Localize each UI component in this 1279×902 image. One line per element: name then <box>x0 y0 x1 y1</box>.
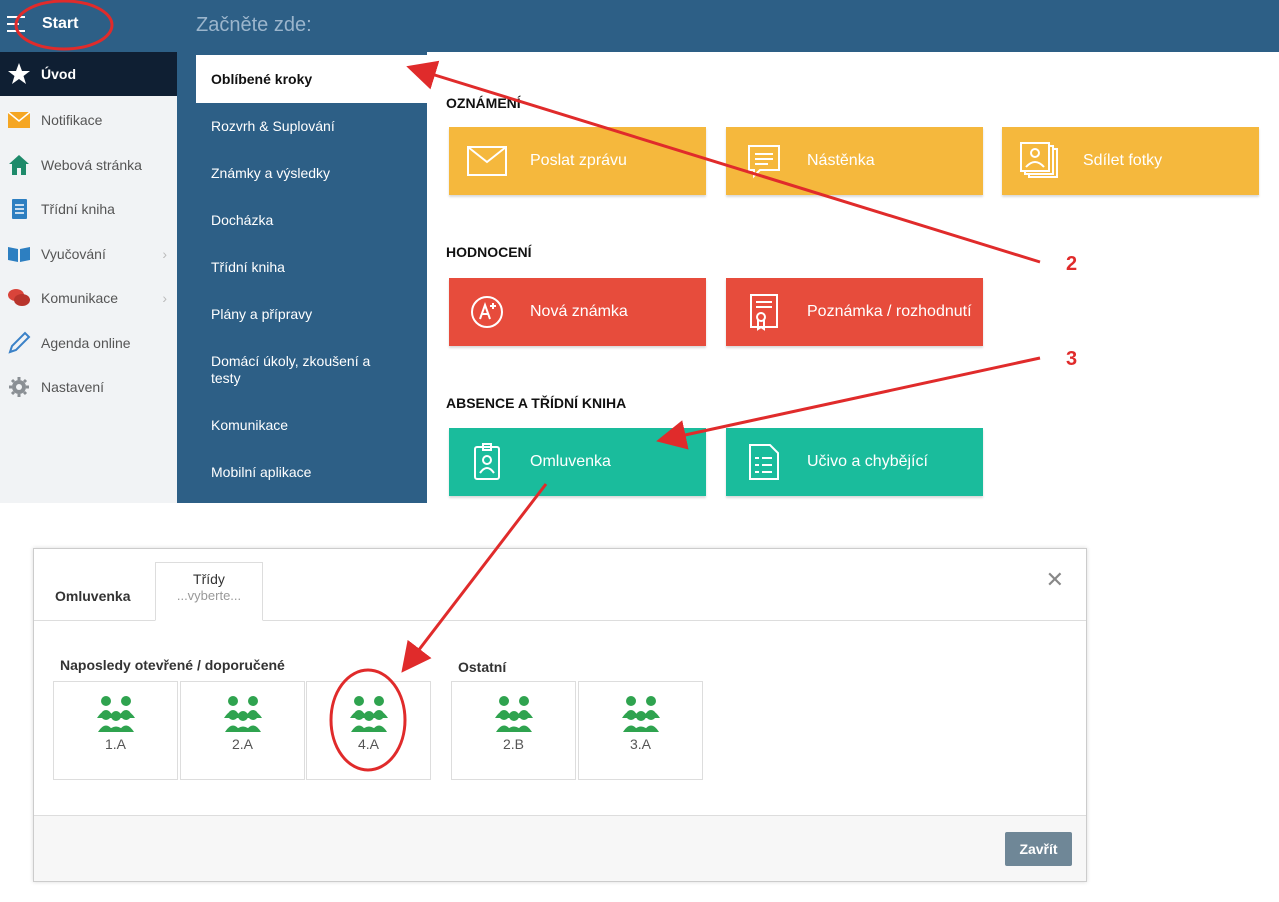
section-title-oznameni: OZNÁMENÍ <box>446 95 521 111</box>
start-label[interactable]: Start <box>42 15 78 33</box>
tile-nova-znamka[interactable]: Nová známka <box>449 278 706 346</box>
tile-label: Nástěnka <box>807 152 875 169</box>
recent-group-label: Naposledy otevřené / doporučené <box>60 657 285 673</box>
tile-nastenka[interactable]: Nástěnka <box>726 127 983 195</box>
submenu-item-rozvrh[interactable]: Rozvrh & Suplování <box>177 118 427 135</box>
sidebar: Úvod Notifikace Webová stránka Třídní kn… <box>0 52 177 503</box>
star-icon <box>7 62 31 86</box>
submenu-item-komunikace[interactable]: Komunikace <box>177 417 427 434</box>
open-book-icon <box>7 242 31 266</box>
tile-label: Učivo a chybějící <box>807 453 928 470</box>
class-tile-1a[interactable]: 1.A <box>53 681 178 780</box>
submenu-item-dochazka[interactable]: Docházka <box>177 212 427 229</box>
sidebar-item-label: Třídní kniha <box>41 201 115 217</box>
sidebar-item-label: Vyučování <box>41 246 106 262</box>
submenu: Oblíbené kroky Rozvrh & Suplování Známky… <box>177 52 427 503</box>
start-area[interactable]: Start <box>0 0 177 52</box>
people-icon <box>181 694 304 732</box>
submenu-item-plany[interactable]: Plány a přípravy <box>177 306 427 323</box>
sidebar-item-nastaveni[interactable]: Nastavení <box>0 365 177 409</box>
people-icon <box>54 694 177 732</box>
notebook-icon <box>7 197 31 221</box>
class-label: 1.A <box>104 736 126 752</box>
class-label: 2.B <box>502 736 524 752</box>
close-button[interactable]: Zavřít <box>1005 832 1072 866</box>
tab-omluvenka[interactable]: Omluvenka <box>55 588 130 604</box>
submenu-item-znamky[interactable]: Známky a výsledky <box>177 165 427 182</box>
tab-subtitle: ...vyberte... <box>176 588 242 603</box>
certificate-icon <box>734 293 794 331</box>
sidebar-item-tridni-kniha[interactable]: Třídní kniha <box>0 187 177 231</box>
noticeboard-icon <box>734 143 794 179</box>
dialog-footer: Zavřít <box>34 815 1086 881</box>
sidebar-item-vyucovani[interactable]: Vyučování › <box>0 232 177 276</box>
sidebar-item-label: Komunikace <box>41 290 119 306</box>
sidebar-item-label: Agenda online <box>41 335 131 351</box>
sidebar-item-label: Notifikace <box>41 112 103 128</box>
sidebar-item-label: Úvod <box>41 66 76 82</box>
badge-icon <box>457 443 517 481</box>
sidebar-item-label: Nastavení <box>41 379 105 395</box>
people-icon <box>452 694 575 732</box>
close-icon[interactable]: ✕ <box>1046 567 1064 593</box>
chevron-right-icon: › <box>162 246 167 262</box>
tile-label: Poslat zprávu <box>530 152 627 169</box>
class-select-dialog: Omluvenka Třídy ...vyberte... ✕ Naposled… <box>33 548 1087 882</box>
tile-poznamka-rozhodnuti[interactable]: Poznámka / rozhodnutí <box>726 278 983 346</box>
submenu-item-tridni-kniha[interactable]: Třídní kniha <box>177 259 427 276</box>
tile-poslat-zpravu[interactable]: Poslat zprávu <box>449 127 706 195</box>
envelope-icon <box>7 108 31 132</box>
page-title: Začněte zde: <box>196 14 312 36</box>
people-icon <box>579 694 702 732</box>
submenu-item-mobilni-aplikace[interactable]: Mobilní aplikace <box>177 464 427 481</box>
grade-icon <box>457 295 517 329</box>
hamburger-menu-icon[interactable] <box>7 16 25 32</box>
sidebar-item-agenda-online[interactable]: Agenda online <box>0 321 177 365</box>
class-tile-2a[interactable]: 2.A <box>180 681 305 780</box>
tile-sdilet-fotky[interactable]: Sdílet fotky <box>1002 127 1259 195</box>
class-label: 3.A <box>629 736 651 752</box>
submenu-item-domaci-ukoly[interactable]: Domácí úkoly, zkoušení a testy <box>177 353 427 387</box>
class-tile-2b[interactable]: 2.B <box>451 681 576 780</box>
envelope-icon <box>457 146 517 176</box>
tile-label: Poznámka / rozhodnutí <box>807 303 972 320</box>
tile-label: Sdílet fotky <box>1083 152 1163 169</box>
sidebar-item-komunikace[interactable]: Komunikace › <box>0 276 177 320</box>
section-title-hodnoceni: HODNOCENÍ <box>446 244 532 260</box>
section-title-absence: ABSENCE A TŘÍDNÍ KNIHA <box>446 395 627 411</box>
tab-title: Třídy <box>193 571 225 587</box>
step-number-3: 3 <box>1066 348 1078 370</box>
gear-icon <box>7 375 31 399</box>
house-icon <box>7 153 31 177</box>
tab-tridy[interactable]: Třídy ...vyberte... <box>155 562 263 621</box>
chevron-right-icon: › <box>162 290 167 306</box>
tile-omluvenka[interactable]: Omluvenka <box>449 428 706 496</box>
sidebar-item-label: Webová stránka <box>41 157 142 173</box>
tile-label: Nová známka <box>530 303 628 320</box>
chat-icon <box>7 286 31 310</box>
tile-label: Omluvenka <box>530 453 611 470</box>
class-label: 2.A <box>231 736 253 752</box>
class-tile-4a[interactable]: 4.A <box>306 681 431 780</box>
tile-ucivo-chybejici[interactable]: Učivo a chybějící <box>726 428 983 496</box>
class-label: 4.A <box>357 736 379 752</box>
sidebar-item-uvod[interactable]: Úvod <box>0 52 177 96</box>
submenu-item-oblibene-kroky[interactable]: Oblíbené kroky <box>196 55 427 103</box>
dialog-header: Omluvenka Třídy ...vyberte... ✕ <box>34 549 1086 621</box>
people-icon <box>307 694 430 732</box>
class-tile-3a[interactable]: 3.A <box>578 681 703 780</box>
step-number-2: 2 <box>1066 253 1078 275</box>
sidebar-item-webova-stranka[interactable]: Webová stránka <box>0 143 177 187</box>
other-group-label: Ostatní <box>458 659 507 675</box>
photos-icon <box>1010 141 1070 181</box>
sidebar-item-notifikace[interactable]: Notifikace <box>0 98 177 142</box>
top-bar: Start Začněte zde: <box>0 0 1279 52</box>
pen-icon <box>7 331 31 355</box>
checklist-icon <box>734 443 794 481</box>
